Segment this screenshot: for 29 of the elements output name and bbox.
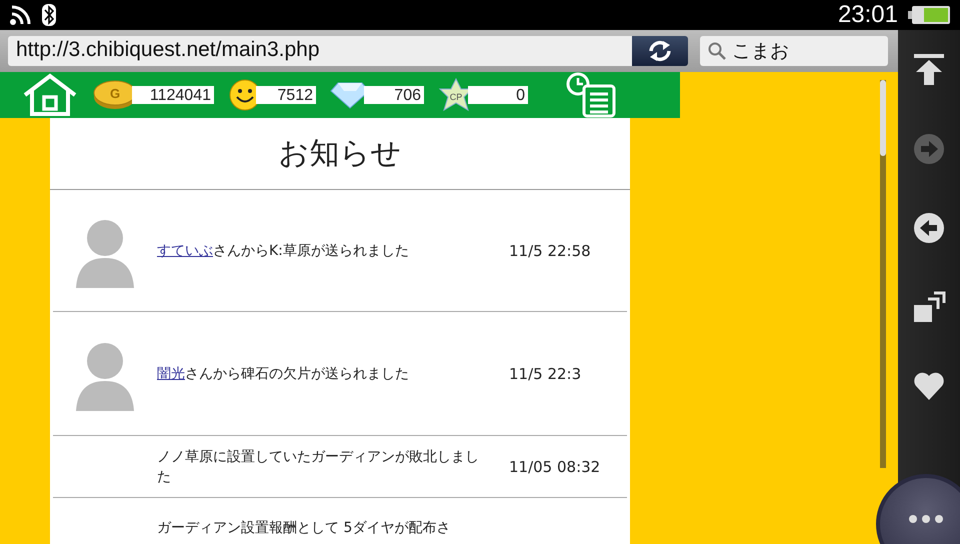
stat-value: 706 <box>364 86 424 104</box>
stat-value: 1124041 <box>132 86 214 104</box>
battery-icon <box>908 6 950 24</box>
heart-icon <box>913 371 945 401</box>
windows-icon <box>912 291 946 323</box>
refresh-icon <box>647 40 673 62</box>
url-field[interactable]: http://3.chibiquest.net/main3.php <box>8 36 632 66</box>
scroll-top-icon <box>914 54 944 86</box>
search-icon <box>708 42 726 60</box>
notice-time: 11/5 22:58 <box>509 242 591 260</box>
notice-message: ガーディアン設置報酬として 5ダイヤが配布さ <box>157 518 452 538</box>
stat-value: 7512 <box>256 86 316 104</box>
notice-message: 闇光さんから碑石の欠片が送られました <box>157 364 410 384</box>
notice-time: 11/5 22:3 <box>509 364 582 382</box>
notice-message: すていぶさんからK:草原が送られました <box>157 242 410 260</box>
notice-message: ノノ草原に設置していたガーディアンが敗北しました <box>157 448 479 486</box>
notice-time: 11/05 08:32 <box>509 458 600 476</box>
home-icon[interactable] <box>22 73 78 117</box>
clock-list-icon[interactable] <box>566 72 618 118</box>
search-field[interactable]: こまお <box>700 36 888 66</box>
clock-time: 23:01 <box>838 1 898 29</box>
scrollbar-thumb[interactable] <box>880 80 886 156</box>
stat-value: 0 <box>468 86 528 104</box>
sender-link[interactable]: すていぶ <box>157 242 213 258</box>
more-dots-icon <box>908 514 944 524</box>
refresh-button[interactable] <box>632 36 688 66</box>
sender-link[interactable]: 闇光 <box>157 366 185 382</box>
wifi-icon <box>10 5 32 25</box>
bluetooth-icon <box>42 4 56 26</box>
